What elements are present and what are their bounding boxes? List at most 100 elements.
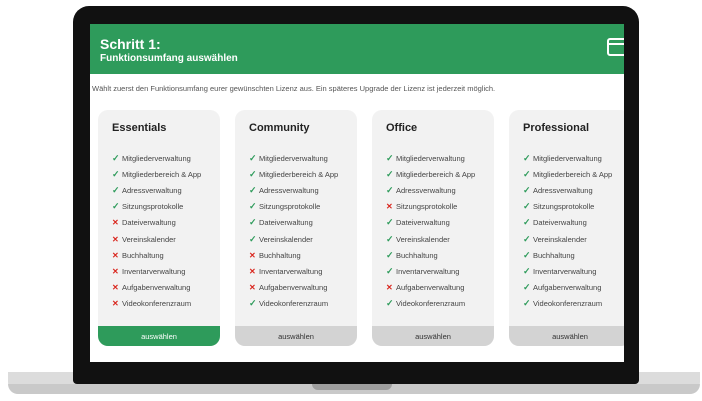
feature-label: Videokonferenzraum [396, 299, 466, 309]
feature-label: Aufgabenverwaltung [122, 283, 191, 293]
check-icon: ✓ [249, 152, 257, 163]
feature-item: ✓ Inventarverwaltung [523, 263, 612, 279]
cross-icon: ✕ [386, 202, 393, 212]
select-button[interactable]: auswählen [98, 326, 220, 346]
check-icon: ✓ [523, 265, 531, 276]
feature-label: Aufgabenverwaltung [259, 283, 328, 293]
select-button[interactable]: auswählen [235, 326, 357, 346]
feature-list: ✓ Mitgliederverwaltung ✓ Mitgliederbereich … [523, 150, 612, 312]
cross-icon: ✕ [112, 299, 119, 309]
feature-label: Aufgabenverwaltung [533, 283, 602, 293]
feature-label: Dateiverwaltung [533, 218, 587, 228]
laptop-notch [312, 384, 392, 390]
feature-label: Sitzungsprotokolle [533, 202, 595, 212]
feature-label: Adressverwaltung [396, 185, 456, 195]
check-icon: ✓ [249, 298, 257, 309]
check-icon: ✓ [249, 184, 257, 195]
feature-item: ✓ Videokonferenzraum [249, 296, 338, 312]
feature-item: ✓ Mitgliederverwaltung [112, 150, 201, 166]
feature-item: ✓ Mitgliederverwaltung [523, 150, 612, 166]
feature-label: Mitgliederbereich & App [533, 169, 613, 179]
feature-item: ✕ Dateiverwaltung [112, 215, 201, 231]
cross-icon: ✕ [112, 234, 119, 244]
feature-item: ✓ Dateiverwaltung [523, 215, 612, 231]
intro-text: Wählt zuerst den Funktionsumfang eurer g… [92, 84, 496, 93]
feature-label: Dateiverwaltung [122, 218, 176, 228]
feature-label: Inventarverwaltung [396, 266, 460, 276]
check-icon: ✓ [386, 217, 394, 228]
feature-item: ✕ Aufgabenverwaltung [112, 280, 201, 296]
feature-label: Sitzungsprotokolle [396, 202, 458, 212]
check-icon: ✓ [249, 233, 257, 244]
cross-icon: ✕ [112, 266, 119, 276]
check-icon: ✓ [112, 168, 120, 179]
feature-label: Adressverwaltung [259, 185, 319, 195]
feature-item: ✓ Adressverwaltung [386, 182, 475, 198]
plan-card-essentials: Essentials ✓ Mitgliederverwaltung ✓ Mitglie… [98, 110, 220, 346]
feature-item: ✓ Vereinskalender [249, 231, 338, 247]
feature-list: ✓ Mitgliederverwaltung ✓ Mitgliederbereich … [386, 150, 475, 312]
check-icon: ✓ [523, 233, 531, 244]
feature-label: Adressverwaltung [533, 185, 593, 195]
feature-item: ✓ Mitgliederverwaltung [386, 150, 475, 166]
plan-card-office: Office ✓ Mitgliederverwaltung ✓ Mitgliederb… [372, 110, 494, 346]
cross-icon: ✕ [249, 283, 256, 293]
check-icon: ✓ [386, 152, 394, 163]
check-icon: ✓ [523, 282, 531, 293]
step-title: Schritt 1: [100, 36, 161, 52]
feature-item: ✓ Vereinskalender [386, 231, 475, 247]
feature-label: Mitgliederbereich & App [122, 169, 202, 179]
feature-label: Videokonferenzraum [533, 299, 603, 309]
check-icon: ✓ [249, 217, 257, 228]
feature-item: ✕ Sitzungsprotokolle [386, 199, 475, 215]
feature-item: ✓ Aufgabenverwaltung [523, 280, 612, 296]
feature-item: ✓ Mitgliederbereich & App [386, 166, 475, 182]
feature-item: ✕ Inventarverwaltung [249, 263, 338, 279]
plan-title: Community [249, 122, 310, 134]
check-icon: ✓ [249, 168, 257, 179]
plan-title: Essentials [112, 122, 167, 134]
feature-label: Inventarverwaltung [533, 266, 597, 276]
feature-label: Vereinskalender [259, 234, 313, 244]
check-icon: ✓ [386, 184, 394, 195]
cross-icon: ✕ [386, 283, 393, 293]
feature-item: ✕ Aufgabenverwaltung [249, 280, 338, 296]
check-icon: ✓ [523, 201, 531, 212]
window-icon [607, 38, 624, 56]
feature-item: ✓ Videokonferenzraum [523, 296, 612, 312]
feature-item: ✓ Adressverwaltung [523, 182, 612, 198]
feature-label: Vereinskalender [122, 234, 176, 244]
select-button[interactable]: auswählen [372, 326, 494, 346]
check-icon: ✓ [386, 168, 394, 179]
feature-label: Videokonferenzraum [122, 299, 192, 309]
feature-item: ✓ Videokonferenzraum [386, 296, 475, 312]
check-icon: ✓ [523, 298, 531, 309]
feature-label: Mitgliederverwaltung [396, 153, 465, 163]
feature-item: ✓ Sitzungsprotokolle [249, 199, 338, 215]
feature-label: Dateiverwaltung [259, 218, 313, 228]
cross-icon: ✕ [112, 218, 119, 228]
check-icon: ✓ [523, 217, 531, 228]
feature-item: ✕ Inventarverwaltung [112, 263, 201, 279]
check-icon: ✓ [523, 168, 531, 179]
feature-list: ✓ Mitgliederverwaltung ✓ Mitgliederbereich … [112, 150, 201, 312]
check-icon: ✓ [249, 201, 257, 212]
feature-label: Buchhaltung [122, 250, 164, 260]
plan-title: Office [386, 122, 418, 134]
feature-label: Inventarverwaltung [259, 266, 323, 276]
feature-item: ✓ Buchhaltung [523, 247, 612, 263]
check-icon: ✓ [386, 265, 394, 276]
feature-label: Buchhaltung [259, 250, 301, 260]
feature-label: Vereinskalender [533, 234, 587, 244]
feature-item: ✓ Sitzungsprotokolle [523, 199, 612, 215]
feature-item: ✓ Sitzungsprotokolle [112, 199, 201, 215]
feature-label: Sitzungsprotokolle [122, 202, 184, 212]
feature-item: ✓ Mitgliederbereich & App [112, 166, 201, 182]
plan-card-professional: Professional ✓ Mitgliederverwaltung ✓ Mitgl… [509, 110, 624, 346]
feature-label: Mitgliederbereich & App [396, 169, 476, 179]
feature-label: Videokonferenzraum [259, 299, 329, 309]
select-button[interactable]: auswählen [509, 326, 624, 346]
check-icon: ✓ [386, 233, 394, 244]
feature-label: Buchhaltung [396, 250, 438, 260]
laptop-screen: Schritt 1: Funktionsumfang auswählen Wäh… [90, 24, 624, 362]
